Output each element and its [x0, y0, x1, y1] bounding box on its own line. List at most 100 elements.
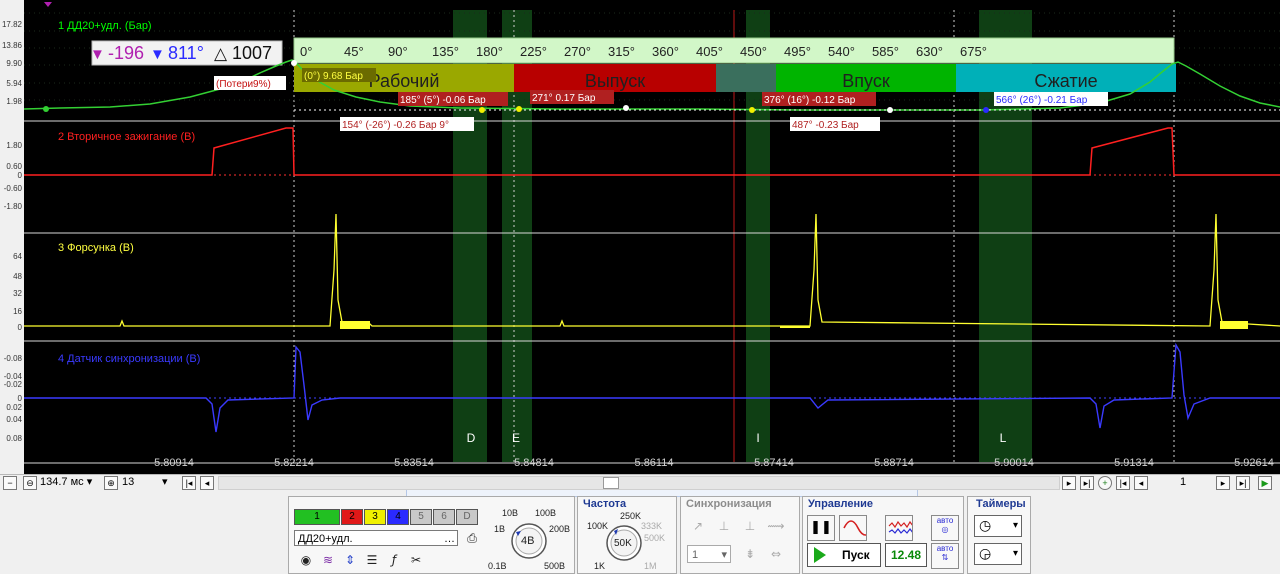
play-button[interactable]: ▶ — [1258, 476, 1272, 490]
first-page-button[interactable]: |◂ — [182, 476, 196, 490]
y-tick-label: 16 — [13, 307, 22, 316]
tools-icon[interactable]: ✂ — [407, 551, 425, 569]
auto-sync-icon[interactable]: ⟿ — [767, 517, 785, 535]
timer-2-select[interactable]: ◶ ▾ — [974, 543, 1022, 565]
sensor-name-field[interactable]: ДД20+удл.… — [294, 530, 458, 546]
noise-wave-button[interactable] — [885, 515, 913, 541]
measure-point[interactable] — [516, 106, 522, 112]
page-next-button[interactable]: ▸ — [1216, 476, 1230, 490]
measure-point[interactable] — [623, 105, 629, 111]
oscilloscope-plot[interactable]: 17.8213.869.905.941.981.800.600-0.60-1.8… — [0, 0, 1280, 474]
channel-6-button[interactable]: 6 — [433, 509, 455, 525]
auto-scale-bottom-button[interactable]: авто ⇅ — [931, 543, 959, 569]
falling-edge-icon[interactable]: ⊥ — [715, 517, 733, 535]
y-tick-label: 64 — [13, 252, 22, 261]
channel-group: 1 2 3 4 5 6 D ДД20+удл.… ⎙ ◉ ≋ ⇕ ☰ ƒ ✂ 4… — [288, 496, 575, 574]
eye-icon[interactable]: ◉ — [297, 551, 315, 569]
channel-count-select[interactable]: 13 ▾ — [122, 475, 172, 489]
y-tick-label: 17.82 — [2, 20, 23, 29]
page-prev-button[interactable]: ◂ — [1134, 476, 1148, 490]
channel-title-4: 4 Датчик синхронизации (В) — [58, 353, 200, 365]
page-last-button[interactable]: ▸| — [1236, 476, 1250, 490]
stopwatch-icon: ◷ — [979, 518, 992, 534]
sine-wave-button[interactable] — [839, 515, 867, 541]
channel-4-button[interactable]: 4 — [387, 509, 409, 525]
channel-title-3: 3 Форсунка (В) — [58, 242, 134, 254]
channel-title-1: 1 ДД20+удл. (Бар) — [58, 20, 152, 32]
zoom-out-button[interactable]: − — [3, 476, 17, 490]
freq-label-500k: 500K — [644, 533, 666, 543]
channel-2-button[interactable]: 2 — [341, 509, 363, 525]
zoom-minus-button[interactable]: ⊖ — [23, 476, 37, 490]
measure-point[interactable] — [43, 106, 49, 112]
timer-1-select[interactable]: ◷ ▾ — [974, 515, 1022, 537]
measurement-readout[interactable]: ▼ -196 ▼ 811° △ 1007 — [90, 40, 283, 66]
last-page-button[interactable]: ▸| — [1080, 476, 1094, 490]
measure-point[interactable] — [983, 107, 989, 113]
injector-noise-block — [1220, 321, 1248, 329]
sync-offset-icon[interactable]: ⇔ — [767, 545, 785, 563]
channel-1-button[interactable]: 1 — [294, 509, 340, 525]
frequency-group: Частота 50K 250K 100K 333K 500K 1K 1M — [577, 496, 677, 574]
pause-button[interactable]: ❚❚ — [807, 515, 835, 541]
sync-level-icon[interactable]: ⇟ — [741, 545, 759, 563]
y-tick-label: 0.08 — [6, 434, 22, 443]
y-tick-label: -0.60 — [4, 184, 23, 193]
degree-scale-bar[interactable] — [293, 37, 1175, 64]
add-page-button[interactable]: + — [1098, 476, 1112, 490]
filter-wave-icon[interactable]: ≋ — [319, 551, 337, 569]
y-tick-label: 32 — [13, 289, 22, 298]
horizontal-scrollbar[interactable] — [218, 476, 1060, 490]
volts-label-01v: 0.1В — [488, 561, 507, 571]
y-tick-label: 0 — [18, 394, 23, 403]
measurement-delta-value: 1007 — [232, 43, 272, 63]
measurement-b-value: 811° — [168, 43, 204, 63]
channel-d-button[interactable]: D — [456, 509, 478, 525]
prev-page-button[interactable]: ◂ — [200, 476, 214, 490]
frequency-value: 50K — [614, 538, 632, 549]
next-page-button[interactable]: ▸ — [1062, 476, 1076, 490]
timers-group: Таймеры ◷ ▾ ◶ ▾ — [967, 496, 1031, 574]
timebase-select[interactable]: 134.7 мс ▾ — [40, 475, 92, 489]
measure-point[interactable] — [887, 107, 893, 113]
sync-channel-select[interactable]: 1 ▾ — [687, 545, 731, 563]
stroke-label-3: Впуск — [842, 71, 890, 91]
lines-icon[interactable]: ☰ — [363, 551, 381, 569]
vertical-move-icon[interactable]: ⇕ — [341, 551, 359, 569]
measure-point[interactable] — [749, 107, 755, 113]
marker-label-e: E — [512, 431, 520, 445]
time-tick-label: 5.87414 — [754, 457, 794, 469]
channel-title-2: 2 Вторичное зажигание (В) — [58, 131, 195, 143]
scrollbar-thumb[interactable] — [603, 477, 619, 489]
clock-icon: ◶ — [979, 546, 992, 562]
measure-point[interactable] — [291, 60, 297, 66]
channel-5-button[interactable]: 5 — [410, 509, 432, 525]
y-tick-label: -1.80 — [4, 202, 23, 211]
time-tick-label: 5.91314 — [1114, 457, 1154, 469]
annotation-p185: 185° (5°) -0.06 Бар — [400, 95, 486, 106]
control-group: Управление ❚❚ авто ◎ Пуск 12.48 авто ⇅ — [802, 496, 964, 574]
pulse-edge-icon[interactable]: ⊥ — [741, 517, 759, 535]
sync-title: Синхронизация — [686, 498, 772, 510]
marker-label-d: D — [467, 431, 476, 445]
channel-3-button[interactable]: 3 — [364, 509, 386, 525]
annotation-p154: 154° (-26°) -0.26 Бар 9° — [342, 120, 449, 131]
degree-tick-label: 450° — [740, 44, 767, 59]
rising-edge-icon[interactable]: ↗ — [689, 517, 707, 535]
oscilloscope-area[interactable]: 17.82 13.86 9.90 5.94 1.98 1.80 0.60 0 -0.60 -1.8… — [0, 0, 1280, 474]
sensor-settings-icon[interactable]: ⎙ — [463, 529, 481, 547]
start-button[interactable]: Пуск — [807, 543, 881, 567]
page-first-button[interactable]: |◂ — [1116, 476, 1130, 490]
measure-point[interactable] — [479, 107, 485, 113]
time-tick-label: 5.83514 — [394, 457, 434, 469]
degree-tick-label: 0° — [300, 44, 312, 59]
auto-scale-top-button[interactable]: авто ◎ — [931, 515, 959, 541]
y-tick-label: 0.02 — [6, 403, 22, 412]
y-tick-label: 0.04 — [6, 415, 22, 424]
degree-tick-label: 495° — [784, 44, 811, 59]
annotation-p376: 376° (16°) -0.12 Бар — [764, 95, 856, 106]
volts-value: 4В — [521, 535, 535, 547]
measurement-a-value: -196 — [108, 43, 144, 63]
function-icon[interactable]: ƒ — [385, 551, 403, 569]
zoom-plus-button[interactable]: ⊕ — [104, 476, 118, 490]
